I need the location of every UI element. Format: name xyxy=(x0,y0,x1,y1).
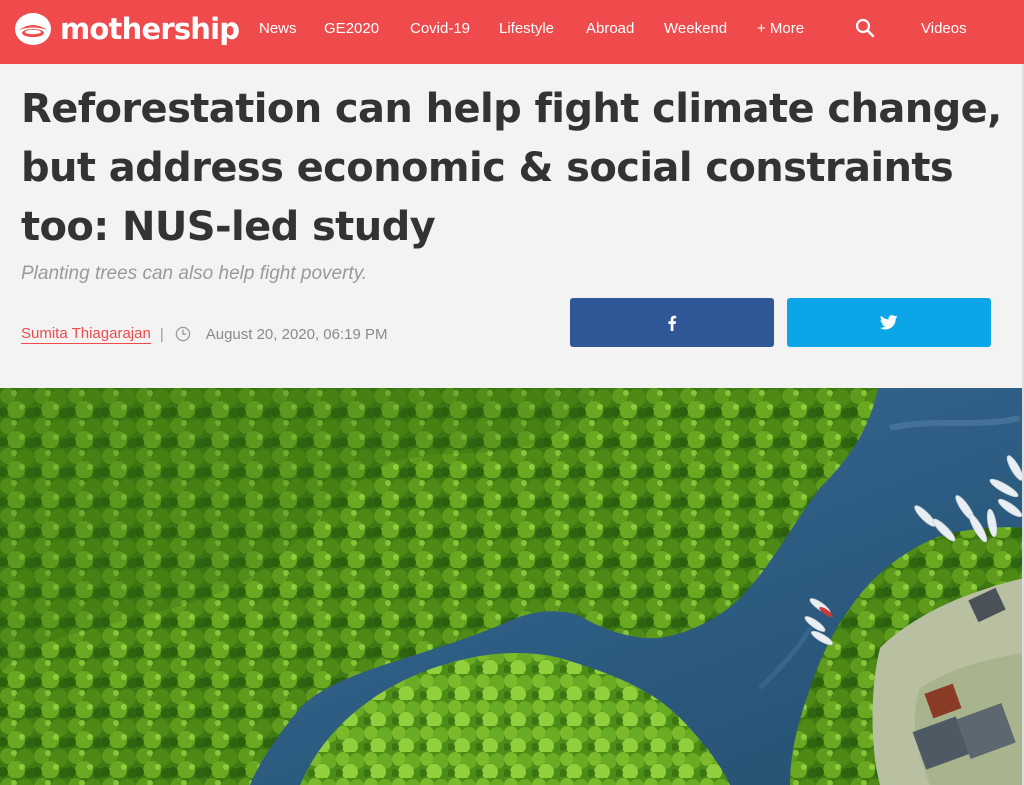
nav-item-covid-19[interactable]: Covid-19 xyxy=(410,0,470,64)
clock-icon xyxy=(175,326,190,342)
facebook-share-button[interactable] xyxy=(570,298,774,347)
nav-item-ge2020[interactable]: GE2020 xyxy=(324,0,379,64)
nav-item-more[interactable]: + More xyxy=(757,0,804,64)
article-header: Reforestation can help fight climate cha… xyxy=(0,64,1024,388)
nav-item-videos[interactable]: Videos xyxy=(921,0,967,64)
mothership-logo-icon xyxy=(15,13,51,45)
nav-item-lifestyle[interactable]: Lifestyle xyxy=(499,0,554,64)
mangrove-aerial-photo xyxy=(0,388,1024,785)
nav-item-weekend[interactable]: Weekend xyxy=(664,0,727,64)
nav-item-abroad[interactable]: Abroad xyxy=(586,0,634,64)
author-link[interactable]: Sumita Thiagarajan xyxy=(21,325,151,344)
hero-image xyxy=(0,388,1024,785)
byline-separator: | xyxy=(159,325,164,343)
top-navbar: mothership News GE2020 Covid-19 Lifestyl… xyxy=(0,0,1024,64)
site-logo[interactable]: mothership xyxy=(14,12,240,46)
search-icon[interactable] xyxy=(854,17,876,39)
article-headline: Reforestation can help fight climate cha… xyxy=(21,86,1002,250)
publish-date: August 20, 2020, 06:19 PM xyxy=(205,325,388,343)
twitter-share-button[interactable] xyxy=(787,298,991,347)
site-logo-text: mothership xyxy=(60,12,240,46)
nav-item-news[interactable]: News xyxy=(259,0,297,64)
article-byline: Sumita Thiagarajan | August 20, 2020, 06… xyxy=(21,323,388,345)
twitter-icon xyxy=(880,315,898,330)
facebook-icon xyxy=(668,315,677,331)
article-subtitle: Planting trees can also help fight pover… xyxy=(21,263,368,284)
